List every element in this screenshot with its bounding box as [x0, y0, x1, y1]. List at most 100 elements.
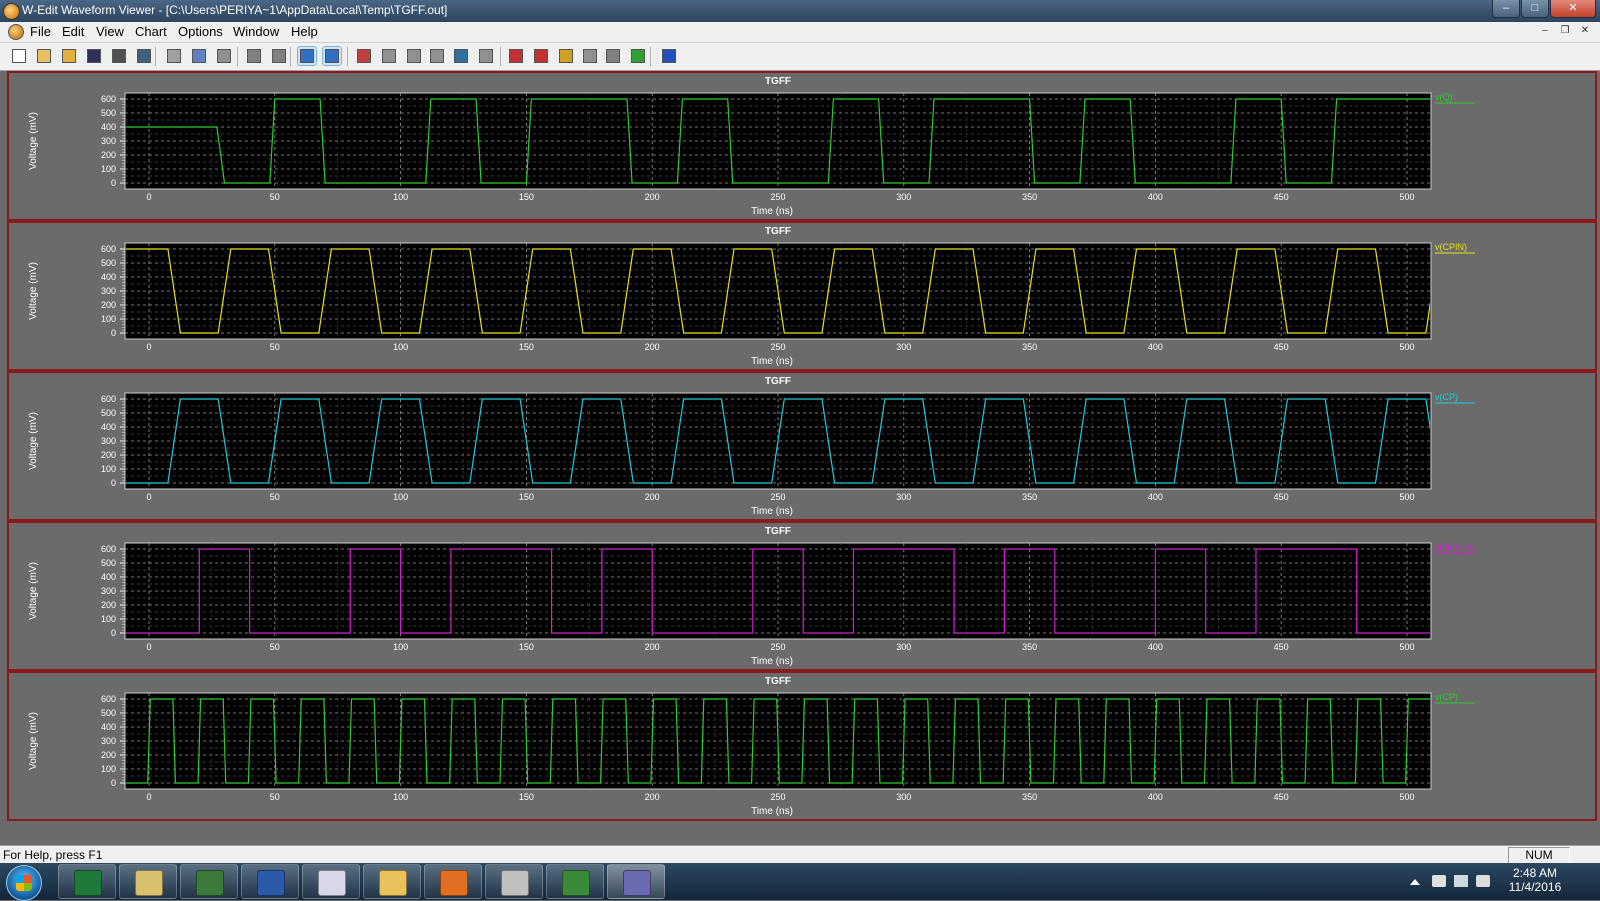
document-icon[interactable]	[8, 24, 24, 40]
taskbar-file-explorer-button[interactable]	[363, 864, 421, 899]
minimize-button[interactable]: –	[1492, 0, 1520, 18]
x-axis-label: Time (ns)	[751, 206, 793, 217]
x-tick-label: 250	[770, 792, 785, 802]
title-bar: W-Edit Waveform Viewer - [C:\Users\PERIY…	[0, 0, 1600, 22]
menu-options[interactable]: Options	[178, 24, 223, 39]
x-tick-label: 150	[519, 192, 534, 202]
toolbar-separator	[155, 47, 156, 66]
waveform-panel[interactable]: TGFF 0 100 200 300 400 500 600 0 50 100 150 200 250 30…	[7, 371, 1597, 521]
menu-edit[interactable]: Edit	[62, 24, 84, 39]
align-icon[interactable]	[428, 47, 446, 65]
pause-icon-glyph	[583, 49, 597, 63]
menu-window[interactable]: Window	[233, 24, 279, 39]
child-minimize-button[interactable]: –	[1536, 24, 1554, 38]
y-axis-label: Voltage (mV)	[28, 562, 39, 620]
print-icon[interactable]	[110, 47, 128, 65]
taskbar-waveform-button[interactable]	[607, 864, 665, 899]
x-tick-label: 150	[519, 642, 534, 652]
y-tick-label: 0	[111, 178, 116, 188]
print-preview-icon[interactable]	[135, 47, 153, 65]
menu-view[interactable]: View	[96, 24, 124, 39]
taskbar-excel-button[interactable]	[58, 864, 116, 899]
text-icon[interactable]	[477, 47, 495, 65]
stack-charts-icon[interactable]	[245, 47, 263, 65]
x-axis-label: Time (ns)	[751, 356, 793, 367]
play-icon[interactable]	[604, 47, 622, 65]
overlay-charts-icon[interactable]	[270, 47, 288, 65]
y-tick-label: 300	[101, 136, 116, 146]
copy-icon[interactable]	[190, 47, 208, 65]
measure-icon[interactable]	[532, 47, 550, 65]
cursor-icon[interactable]	[507, 47, 525, 65]
export-image-icon[interactable]	[629, 47, 647, 65]
x-tick-label: 150	[519, 792, 534, 802]
taskbar-vim-button[interactable]	[180, 864, 238, 899]
trace-legend[interactable]: v(CP)	[1435, 692, 1458, 702]
waveform-panel[interactable]: TGFF 0 100 200 300 400 500 600 0 50 100 150 200 250 30…	[7, 221, 1597, 371]
menu-file[interactable]: File	[30, 24, 51, 39]
zoom-fit-icon[interactable]	[322, 46, 342, 66]
waveform-chart[interactable]: TGFF 0 100 200 300 400 500 600 0 50 100 150 200 250 30…	[9, 523, 1595, 669]
x-tick-label: 300	[896, 792, 911, 802]
toolbar	[0, 43, 1600, 71]
volume-muted-icon[interactable]	[1476, 875, 1490, 887]
open-multiple-icon[interactable]	[60, 47, 78, 65]
child-close-button[interactable]: ✕	[1576, 24, 1594, 38]
child-restore-button[interactable]: ❐	[1556, 24, 1574, 38]
waveform-chart[interactable]: TGFF 0 100 200 300 400 500 600 0 50 100 150 200 250 30…	[9, 673, 1595, 819]
taskbar-paint-button[interactable]	[119, 864, 177, 899]
x-tick-label: 0	[146, 642, 151, 652]
marker-icon[interactable]	[557, 47, 575, 65]
status-help-text: For Help, press F1	[3, 848, 103, 862]
waveform-icon	[623, 870, 651, 896]
home-icon[interactable]	[297, 46, 317, 66]
chart-title: TGFF	[765, 376, 791, 387]
menu-chart[interactable]: Chart	[135, 24, 167, 39]
taskbar-pdf-button[interactable]	[424, 864, 482, 899]
x-tick-label: 50	[270, 642, 280, 652]
taskbar-camera-button[interactable]	[485, 864, 543, 899]
chart-properties-icon[interactable]	[355, 47, 373, 65]
taskbar-word-button[interactable]	[241, 864, 299, 899]
waveform-chart[interactable]: TGFF 0 100 200 300 400 500 600 0 50 100 150 200 250 30…	[9, 373, 1595, 519]
trace-icon[interactable]	[380, 47, 398, 65]
waveform-chart[interactable]: TGFF 0 100 200 300 400 500 600 0 50 100 150 200 250 30…	[9, 223, 1595, 369]
y-tick-label: 300	[101, 736, 116, 746]
app-icon[interactable]	[3, 3, 20, 20]
waveform-panel[interactable]: TGFF 0 100 200 300 400 500 600 0 50 100 150 200 250 30…	[7, 71, 1597, 221]
pause-icon[interactable]	[581, 47, 599, 65]
action-center-icon[interactable]	[1432, 875, 1446, 887]
x-tick-label: 500	[1399, 492, 1414, 502]
cut-icon[interactable]	[165, 47, 183, 65]
taskbar-schematic-button[interactable]	[546, 864, 604, 899]
taskbar-text-editor-button[interactable]	[302, 864, 360, 899]
trace-legend[interactable]: v(CPIN)	[1435, 242, 1467, 252]
copy-trace-icon[interactable]	[405, 47, 423, 65]
expand-icon[interactable]	[452, 47, 470, 65]
trace-legend[interactable]: v(CP)	[1435, 392, 1458, 402]
paste-icon-glyph	[217, 49, 231, 63]
close-button[interactable]: ✕	[1550, 0, 1596, 18]
show-hidden-icons-icon[interactable]	[1410, 879, 1420, 885]
maximize-button[interactable]: □	[1521, 0, 1549, 18]
waveform-panel[interactable]: TGFF 0 100 200 300 400 500 600 0 50 100 150 200 250 30…	[7, 521, 1597, 671]
menu-help[interactable]: Help	[291, 24, 318, 39]
open-icon[interactable]	[35, 47, 53, 65]
paste-icon[interactable]	[215, 47, 233, 65]
x-tick-label: 350	[1022, 342, 1037, 352]
start-button[interactable]	[6, 865, 42, 901]
y-tick-label: 200	[101, 150, 116, 160]
clock[interactable]: 2:48 AM 11/4/2016	[1500, 866, 1570, 894]
help-book-icon[interactable]	[660, 47, 678, 65]
x-tick-label: 250	[770, 342, 785, 352]
network-icon[interactable]	[1454, 875, 1468, 887]
waveform-panel[interactable]: TGFF 0 100 200 300 400 500 600 0 50 100 150 200 250 30…	[7, 671, 1597, 821]
cursor-icon-glyph	[509, 49, 523, 63]
waveform-chart[interactable]: TGFF 0 100 200 300 400 500 600 0 50 100 150 200 250 30…	[9, 73, 1595, 219]
new-icon[interactable]	[10, 47, 28, 65]
save-icon[interactable]	[85, 47, 103, 65]
trace-legend[interactable]: v(data_in)	[1435, 542, 1475, 552]
copy-icon-glyph	[192, 49, 206, 63]
trace-legend[interactable]: v(Q)	[1435, 92, 1453, 102]
clock-time: 2:48 AM	[1512, 866, 1558, 880]
